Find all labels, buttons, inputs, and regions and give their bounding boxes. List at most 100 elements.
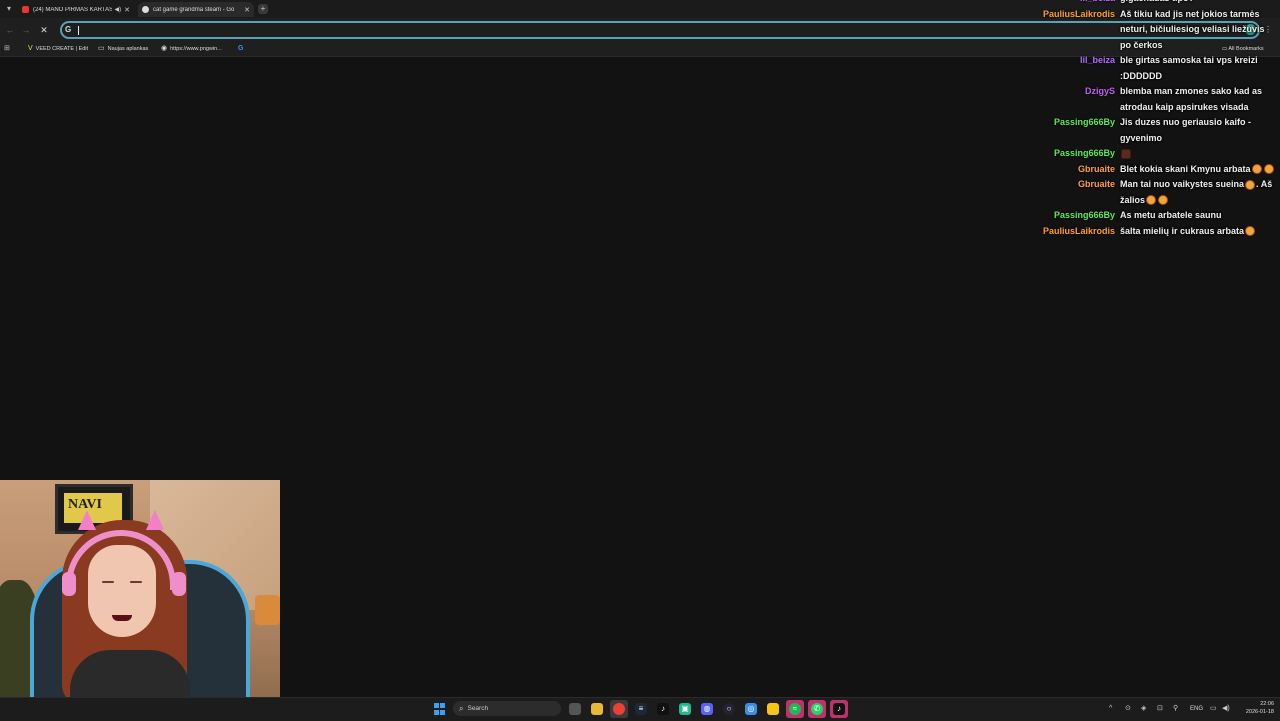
chat-text-body: šalta mielių ir cukraus arbata <box>1120 225 1245 236</box>
app-icon[interactable]: ◎ <box>745 703 757 715</box>
chat-username[interactable]: Passing666By <box>1038 146 1120 162</box>
chat-message: Gbruaite Blet kokia skani Kmynu arbata <box>1038 162 1276 178</box>
language-indicator[interactable]: ENG <box>1190 703 1203 715</box>
search-placeholder: Search <box>467 705 489 712</box>
chat-text <box>1120 146 1276 162</box>
emote-icon <box>1245 179 1256 190</box>
bookmark-label: Naujas aplankas <box>107 46 149 52</box>
chat-text-body: Blet kokia skani Kmynu arbata <box>1120 163 1251 174</box>
chat-text: Aš tikiu kad jis net jokios tarmės netur… <box>1120 7 1276 54</box>
sticky-notes-icon[interactable] <box>767 703 779 715</box>
microphone-icon[interactable]: ⚲ <box>1173 703 1178 715</box>
spotify-icon[interactable]: ≈ <box>789 703 801 715</box>
forward-icon[interactable]: → <box>20 24 32 36</box>
task-view-icon[interactable] <box>569 703 581 715</box>
bookmark-veed[interactable]: V VEED CREATE | Edit <box>28 44 88 54</box>
tab-youtube[interactable]: (24) MANO PIRMAS KARTAS ◀) ✕ <box>18 2 134 17</box>
veed-icon: V <box>28 45 33 52</box>
search-icon: ⌕ <box>459 703 464 713</box>
chat-username[interactable]: Gbruaite <box>1038 162 1120 178</box>
chat-message: PauliusLaikrodis šalta mielių ir cukraus … <box>1038 224 1276 240</box>
google-icon: G <box>65 25 72 34</box>
headset-cup <box>62 572 76 596</box>
obs-icon[interactable]: ○ <box>723 703 735 715</box>
back-icon[interactable]: ← <box>4 24 16 36</box>
chat-message: DzigyS blemba man zmones sako kad as atro… <box>1038 84 1276 115</box>
tray-app-icon[interactable]: ⊡ <box>1157 703 1163 715</box>
stop-loading-icon[interactable]: ✕ <box>38 24 50 36</box>
chat-message: Passing666By Jis duzes nuo geriausio kaif… <box>1038 115 1276 146</box>
bookmark-folder[interactable]: ▭ Naujas aplankas <box>98 44 148 54</box>
chat-username[interactable]: Gbruaite <box>1038 177 1120 208</box>
tiktok-icon[interactable]: ♪ <box>833 703 845 715</box>
tray-app-icon[interactable]: ⊙ <box>1125 703 1131 715</box>
tray-app-icon[interactable]: ◈ <box>1141 703 1146 715</box>
chat-message: Gbruaite Man tai nuo vaikystes sueina. Aš… <box>1038 177 1276 208</box>
youtube-icon <box>22 6 29 13</box>
tab-close-icon[interactable]: ✕ <box>244 6 250 14</box>
bookmark-google[interactable]: G <box>238 44 246 54</box>
chat-username[interactable]: PauliusLaikrodis <box>1038 7 1120 54</box>
taskbar-search[interactable]: ⌕ Search <box>453 701 561 716</box>
chat-text-body: Man tai nuo vaikystes sueina <box>1120 179 1245 189</box>
emote-icon <box>1245 226 1256 237</box>
webcam-overlay: NAVI <box>0 480 280 705</box>
chat-username[interactable]: DzigyS <box>1038 84 1120 115</box>
tab-search-icon[interactable]: ▾ <box>3 3 15 15</box>
chat-text-body: As metu arbatele saunu <box>1120 210 1222 220</box>
address-input[interactable] <box>80 24 1130 36</box>
volume-icon[interactable]: ◀) <box>1222 703 1230 715</box>
chat-text: Blet kokia skani Kmynu arbata <box>1120 162 1276 178</box>
text-caret <box>78 26 79 35</box>
bookmark-label: VEED CREATE | Edit <box>35 46 89 52</box>
headset-cup <box>172 572 186 596</box>
chat-username[interactable]: Passing666By <box>1038 115 1120 146</box>
clock[interactable]: 22:06 2026-01-18 <box>1238 700 1274 716</box>
emote-icon <box>1251 164 1262 175</box>
chat-text: Man tai nuo vaikystes sueina. Aš žalios <box>1120 177 1276 208</box>
apps-grid-icon[interactable]: ⊞ <box>4 44 10 54</box>
speaker-icon[interactable]: ◀) <box>115 6 122 13</box>
tab-title: cat game grandma steam - Go <box>153 6 235 13</box>
background-box <box>255 595 280 625</box>
bookmark-label: https://www.pngwin... <box>170 46 222 52</box>
file-explorer-icon[interactable] <box>591 703 603 715</box>
google-icon <box>142 6 149 13</box>
chat-message: PauliusLaikrodis Aš tikiu kad jis net jok… <box>1038 7 1276 54</box>
chrome-icon[interactable] <box>613 703 625 715</box>
chat-text: šalta mielių ir cukraus arbata <box>1120 224 1276 240</box>
chat-username[interactable]: Passing666By <box>1038 208 1120 224</box>
chevron-up-icon[interactable]: ^ <box>1109 703 1112 715</box>
pngwing-icon: ◉ <box>161 45 168 52</box>
emote-icon <box>1146 195 1157 206</box>
tab-title: (24) MANO PIRMAS KARTAS <box>33 6 112 13</box>
time: 22:06 <box>1260 701 1274 707</box>
discord-icon[interactable]: ◍ <box>701 703 713 715</box>
network-icon[interactable]: ▭ <box>1210 703 1217 715</box>
tab-google[interactable]: cat game grandma steam - Go ✕ <box>138 2 254 17</box>
chat-username[interactable]: PauliusLaikrodis <box>1038 224 1120 240</box>
bookmark-pngwing[interactable]: ◉ https://www.pngwin... <box>161 44 222 54</box>
app-icon[interactable]: ▣ <box>679 703 691 715</box>
taskbar: ⌕ Search ≡ ♪ ▣ ◍ ○ ◎ ≈ ✆ ♪ ^ ⊙ ◈ ⊡ ⚲ ENG… <box>0 697 1280 721</box>
emote-icon <box>1158 195 1169 206</box>
tiktok-icon[interactable]: ♪ <box>657 703 669 715</box>
chat-text-body: Aš tikiu kad jis net jokios tarmės netur… <box>1120 8 1265 50</box>
chat-text-body: gigachadas tipo? <box>1120 0 1194 3</box>
chat-text: Jis duzes nuo geriausio kaifo - gyvenimo <box>1120 115 1276 146</box>
date: 2026-01-18 <box>1245 709 1274 715</box>
chat-text-body: ble girtas samoska tai vps kreizi :DDDDD… <box>1120 55 1258 81</box>
emote-icon <box>1263 164 1274 175</box>
steam-icon[interactable]: ≡ <box>635 703 647 715</box>
chat-text: ble girtas samoska tai vps kreizi :DDDDD… <box>1120 53 1276 84</box>
lips <box>112 615 132 621</box>
chat-message: Passing666By As metu arbatele saunu <box>1038 208 1276 224</box>
chat-username[interactable]: lil_beiza <box>1038 53 1120 84</box>
stream-chat: lil_beiza gigachadas tipo? PauliusLaikrodi… <box>1038 0 1276 239</box>
tab-close-icon[interactable]: ✕ <box>124 6 130 14</box>
folder-icon: ▭ <box>98 45 105 52</box>
chat-text: As metu arbatele saunu <box>1120 208 1276 224</box>
windows-start-icon[interactable] <box>434 703 446 715</box>
new-tab-button[interactable]: + <box>258 4 268 14</box>
whatsapp-icon[interactable]: ✆ <box>811 703 823 715</box>
